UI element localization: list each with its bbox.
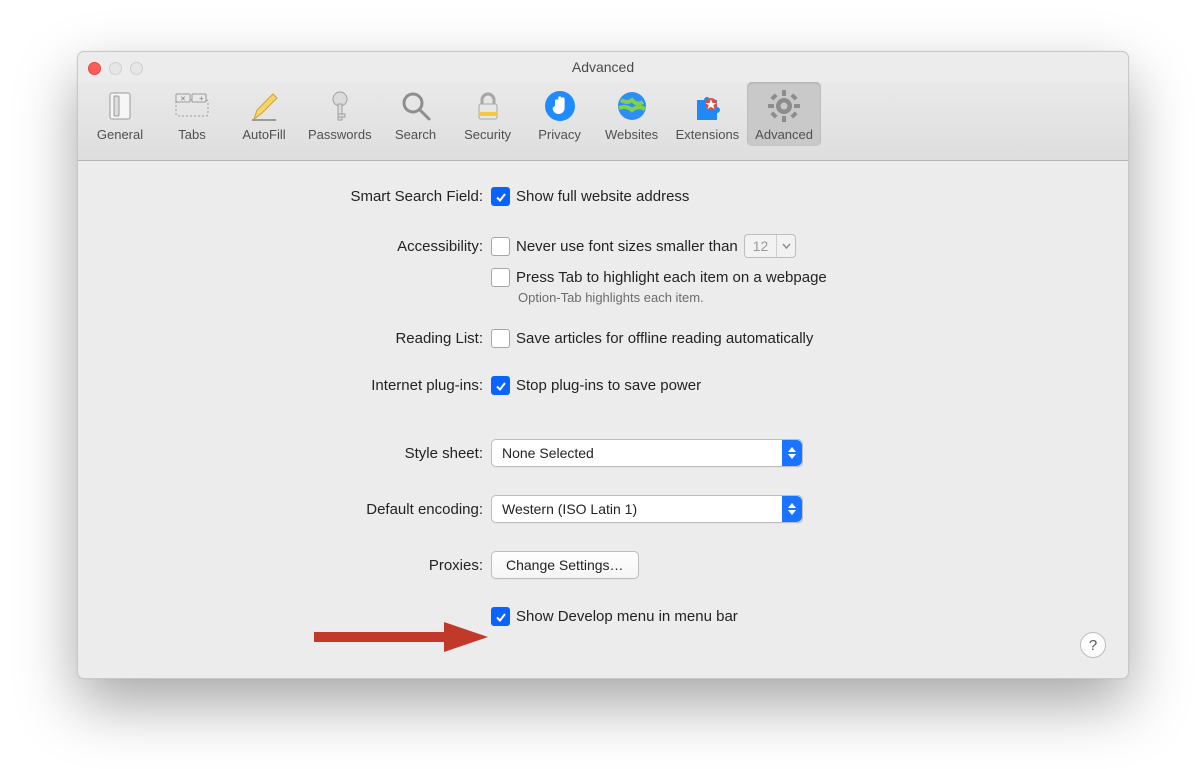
minimize-window-button[interactable] xyxy=(109,62,122,75)
hand-icon xyxy=(542,88,578,124)
tab-advanced[interactable]: Advanced xyxy=(747,82,821,146)
tab-security[interactable]: Security xyxy=(452,82,524,146)
select-value: Western (ISO Latin 1) xyxy=(502,501,637,517)
svg-text:✕: ✕ xyxy=(180,96,186,103)
tab-websites[interactable]: Websites xyxy=(596,82,668,146)
tab-label: AutoFill xyxy=(242,127,285,142)
checkbox-press-tab[interactable] xyxy=(491,268,510,287)
label-plugins: Internet plug-ins: xyxy=(118,377,491,394)
label-proxies: Proxies: xyxy=(118,557,491,574)
tab-label: Advanced xyxy=(755,127,813,142)
tab-label: Search xyxy=(395,127,436,142)
checkbox-label: Show full website address xyxy=(516,188,689,205)
tabs-icon: ✕ + xyxy=(174,88,210,124)
tab-label: Websites xyxy=(605,127,658,142)
checkbox-label: Press Tab to highlight each item on a we… xyxy=(516,269,827,286)
checkbox-label: Save articles for offline reading automa… xyxy=(516,330,813,347)
help-button[interactable]: ? xyxy=(1080,632,1106,658)
lock-icon xyxy=(470,88,506,124)
tab-label: Passwords xyxy=(308,127,372,142)
checkbox-label: Stop plug-ins to save power xyxy=(516,377,701,394)
label-smart-search: Smart Search Field: xyxy=(118,188,491,205)
zoom-window-button[interactable] xyxy=(130,62,143,75)
pencil-icon xyxy=(246,88,282,124)
checkbox-label: Never use font sizes smaller than xyxy=(516,238,738,255)
tab-search[interactable]: Search xyxy=(380,82,452,146)
button-label: Change Settings… xyxy=(506,557,624,573)
tab-label: Extensions xyxy=(676,127,740,142)
svg-text:+: + xyxy=(199,94,204,103)
switch-icon xyxy=(102,88,138,124)
change-proxies-button[interactable]: Change Settings… xyxy=(491,551,639,579)
magnifier-icon xyxy=(398,88,434,124)
tab-tabs[interactable]: ✕ + Tabs xyxy=(156,82,228,146)
puzzle-icon xyxy=(689,88,725,124)
tab-label: Tabs xyxy=(178,127,205,142)
tab-label: Privacy xyxy=(538,127,581,142)
traffic-lights xyxy=(88,62,143,75)
select-style-sheet[interactable]: None Selected xyxy=(491,439,803,467)
window-title: Advanced xyxy=(78,52,1128,82)
close-window-button[interactable] xyxy=(88,62,101,75)
min-font-size-stepper[interactable]: 12 xyxy=(744,234,797,258)
checkbox-min-font-size[interactable] xyxy=(491,237,510,256)
label-reading-list: Reading List: xyxy=(118,330,491,347)
label-accessibility: Accessibility: xyxy=(118,238,491,255)
checkbox-label: Show Develop menu in menu bar xyxy=(516,608,738,625)
tab-label: General xyxy=(97,127,143,142)
key-icon xyxy=(322,88,358,124)
gear-icon xyxy=(766,88,802,124)
tab-passwords[interactable]: Passwords xyxy=(300,82,380,146)
select-default-encoding[interactable]: Western (ISO Latin 1) xyxy=(491,495,803,523)
checkbox-show-full-url[interactable] xyxy=(491,187,510,206)
tab-autofill[interactable]: AutoFill xyxy=(228,82,300,146)
checkbox-stop-plugins[interactable] xyxy=(491,376,510,395)
preferences-window: Advanced General ✕ + Ta xyxy=(77,51,1129,679)
tab-extensions[interactable]: Extensions xyxy=(668,82,748,146)
updown-arrows-icon xyxy=(782,440,802,466)
hint-option-tab: Option-Tab highlights each item. xyxy=(518,290,1088,305)
advanced-pane: Smart Search Field: Show full website ad… xyxy=(78,161,1128,678)
checkbox-show-develop-menu[interactable] xyxy=(491,607,510,626)
tab-privacy[interactable]: Privacy xyxy=(524,82,596,146)
updown-arrows-icon xyxy=(782,496,802,522)
globe-icon xyxy=(614,88,650,124)
tab-label: Security xyxy=(464,127,511,142)
question-mark-icon: ? xyxy=(1089,637,1097,654)
label-style-sheet: Style sheet: xyxy=(118,445,491,462)
tab-general[interactable]: General xyxy=(84,82,156,146)
select-value: None Selected xyxy=(502,445,594,461)
chevron-down-icon xyxy=(776,235,795,257)
preferences-toolbar: General ✕ + Tabs AutoF xyxy=(78,82,1128,161)
checkbox-offline-reading[interactable] xyxy=(491,329,510,348)
label-default-encoding: Default encoding: xyxy=(118,501,491,518)
stepper-value: 12 xyxy=(745,238,777,254)
